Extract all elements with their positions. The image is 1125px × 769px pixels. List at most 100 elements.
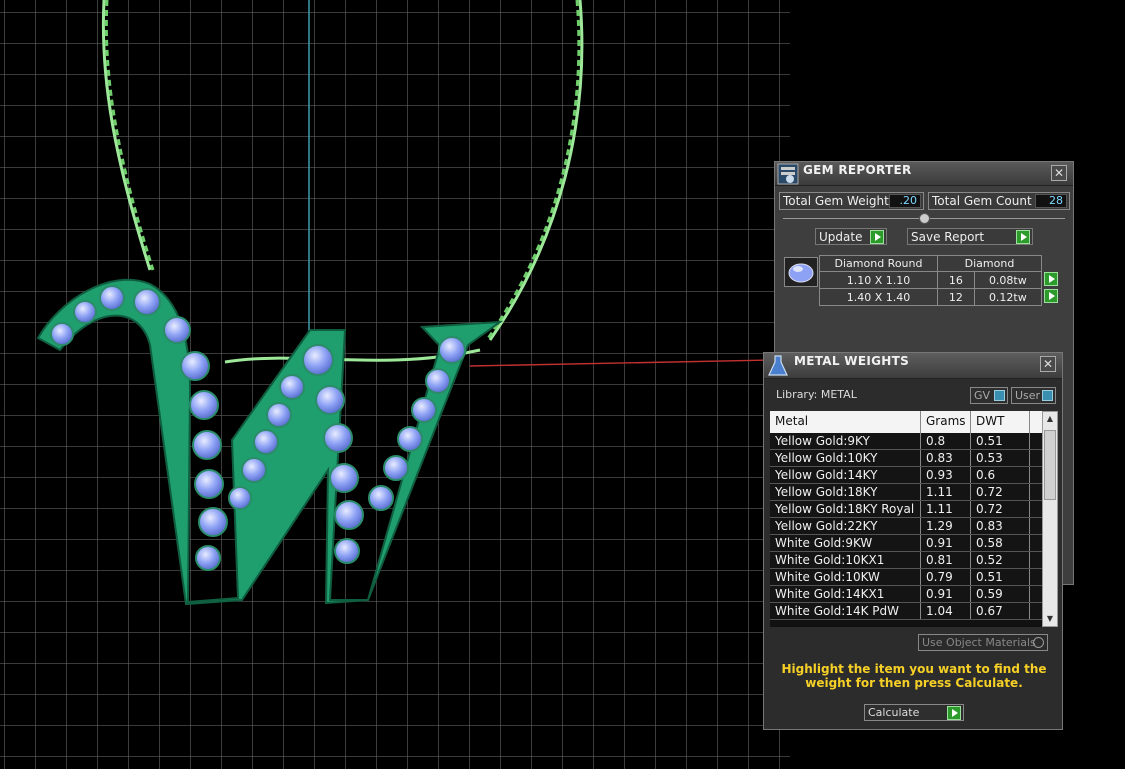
scroll-up-icon[interactable]: ▲ <box>1043 412 1057 426</box>
diamond-swatch-icon <box>784 257 818 287</box>
metal-grams: 0.79 <box>921 569 971 585</box>
metal-row[interactable]: Yellow Gold:9KY 0.8 0.51 <box>770 433 1042 450</box>
metal-weights-close-button[interactable]: ✕ <box>1040 356 1056 372</box>
use-object-materials-label: Use Object Materials <box>922 636 1036 649</box>
use-object-materials-toggle[interactable]: Use Object Materials <box>918 634 1048 651</box>
divider-handle[interactable] <box>919 213 930 224</box>
metal-dwt: 0.72 <box>971 484 1030 500</box>
gem-table: Diamond Round Diamond 1.10 X 1.10 16 0.0… <box>819 255 1059 306</box>
metal-grams: 1.29 <box>921 518 971 534</box>
total-gem-weight-label: Total Gem Weight <box>783 194 889 208</box>
gem-table-header-material: Diamond <box>937 255 1042 272</box>
metal-row[interactable]: White Gold:10KX1 0.81 0.52 <box>770 552 1042 569</box>
gv-toggle[interactable]: GV <box>970 387 1008 404</box>
metal-grams: 0.93 <box>921 467 971 483</box>
metal-row[interactable]: Yellow Gold:18KY Royal 1.11 0.72 <box>770 501 1042 518</box>
user-toggle[interactable]: User <box>1011 387 1056 404</box>
metal-weights-titlebar[interactable]: METAL WEIGHTS ✕ <box>764 353 1062 379</box>
play-icon <box>1016 230 1030 244</box>
row-spacer <box>1030 467 1042 483</box>
play-icon <box>870 230 884 244</box>
calculate-hint: Highlight the item you want to find the … <box>781 662 1047 690</box>
metal-grams: 0.91 <box>921 586 971 602</box>
metal-dwt: 0.72 <box>971 501 1030 517</box>
row-spacer <box>1030 535 1042 551</box>
column-dwt[interactable]: DWT <box>971 411 1030 433</box>
gem-count: 12 <box>937 288 975 306</box>
row-spacer <box>1030 569 1042 585</box>
calculate-button-label: Calculate <box>868 706 920 719</box>
metal-grams: 0.8 <box>921 433 971 449</box>
metal-name: Yellow Gold:9KY <box>770 433 921 449</box>
calculate-button[interactable]: Calculate <box>864 704 964 721</box>
total-gem-count-value: 28 <box>1035 194 1067 208</box>
column-metal[interactable]: Metal <box>770 411 921 433</box>
metal-name: Yellow Gold:22KY <box>770 518 921 534</box>
metal-dwt: 0.51 <box>971 433 1030 449</box>
row-spacer <box>1030 433 1042 449</box>
metal-dwt: 0.58 <box>971 535 1030 551</box>
total-gem-weight-value: .20 <box>889 194 921 208</box>
metal-name: Yellow Gold:10KY <box>770 450 921 466</box>
metal-grams: 1.11 <box>921 484 971 500</box>
row-spacer <box>1030 501 1042 517</box>
total-gem-count-label: Total Gem Count <box>932 194 1032 208</box>
metal-dwt: 0.51 <box>971 569 1030 585</box>
row-spacer <box>1030 450 1042 466</box>
gem-reporter-close-button[interactable]: ✕ <box>1051 165 1067 181</box>
metal-row[interactable]: White Gold:14KX1 0.91 0.59 <box>770 586 1042 603</box>
flask-icon <box>766 354 788 376</box>
gem-weight: 0.12tw <box>973 288 1043 306</box>
toggle-indicator <box>994 390 1005 401</box>
scroll-thumb[interactable] <box>1044 430 1056 500</box>
metal-table: Metal Grams DWT Yellow Gold:9KY 0.8 0.51 Ye… <box>770 411 1042 627</box>
gem-reporter-titlebar[interactable]: GEM REPORTER ✕ <box>775 162 1073 186</box>
metal-weights-panel: METAL WEIGHTS ✕ Library: METAL GV User M… <box>763 352 1063 730</box>
metal-dwt: 0.83 <box>971 518 1030 534</box>
gem-size: 1.10 X 1.10 <box>819 271 938 289</box>
row-select-button[interactable] <box>1044 288 1059 303</box>
gem-reporter-title: GEM REPORTER <box>803 163 912 177</box>
save-report-button[interactable]: Save Report <box>907 228 1033 245</box>
update-button[interactable]: Update <box>815 228 887 245</box>
metal-table-header: Metal Grams DWT <box>770 411 1042 433</box>
gem-reporter-icon <box>777 163 799 185</box>
metal-table-body: Yellow Gold:9KY 0.8 0.51 Yellow Gold:10KY 0.… <box>770 433 1042 620</box>
gem-table-row[interactable]: 1.10 X 1.10 16 0.08tw <box>819 271 1059 289</box>
metal-row[interactable]: Yellow Gold:14KY 0.93 0.6 <box>770 467 1042 484</box>
metal-name: White Gold:10KX1 <box>770 552 921 568</box>
metal-name: Yellow Gold:18KY Royal <box>770 501 921 517</box>
metal-table-scrollbar[interactable]: ▲ ▼ <box>1042 411 1058 627</box>
row-spacer <box>1030 603 1042 619</box>
row-select-button[interactable] <box>1044 271 1058 286</box>
metal-row[interactable]: Yellow Gold:10KY 0.83 0.53 <box>770 450 1042 467</box>
update-button-label: Update <box>819 230 863 244</box>
total-gem-weight-field: Total Gem Weight .20 <box>779 192 924 210</box>
gem-weight: 0.08tw <box>973 271 1043 289</box>
metal-grams: 1.04 <box>921 603 971 619</box>
metal-dwt: 0.67 <box>971 603 1030 619</box>
column-grams[interactable]: Grams <box>921 411 971 433</box>
scroll-down-icon[interactable]: ▼ <box>1043 612 1057 626</box>
library-label: Library: METAL <box>776 388 857 401</box>
row-spacer <box>1030 484 1042 500</box>
metal-row[interactable]: White Gold:14K PdW 1.04 0.67 <box>770 603 1042 620</box>
metal-name: White Gold:14K PdW <box>770 603 921 619</box>
metal-name: Yellow Gold:18KY <box>770 484 921 500</box>
total-gem-count-field: Total Gem Count 28 <box>928 192 1070 210</box>
metal-grams: 0.91 <box>921 535 971 551</box>
user-toggle-label: User <box>1015 389 1041 402</box>
row-spacer <box>1030 518 1042 534</box>
metal-name: White Gold:9KW <box>770 535 921 551</box>
metal-row[interactable]: Yellow Gold:18KY 1.11 0.72 <box>770 484 1042 501</box>
metal-row[interactable]: White Gold:10KW 0.79 0.51 <box>770 569 1042 586</box>
metal-row[interactable]: Yellow Gold:22KY 1.29 0.83 <box>770 518 1042 535</box>
gem-count: 16 <box>937 271 975 289</box>
metal-row[interactable]: White Gold:9KW 0.91 0.58 <box>770 535 1042 552</box>
gem-table-row[interactable]: 1.40 X 1.40 12 0.12tw <box>819 288 1059 306</box>
gem-size: 1.40 X 1.40 <box>819 288 938 306</box>
gem-table-header-shape: Diamond Round <box>819 255 938 272</box>
row-spacer <box>1030 586 1042 602</box>
metal-dwt: 0.6 <box>971 467 1030 483</box>
metal-dwt: 0.59 <box>971 586 1030 602</box>
